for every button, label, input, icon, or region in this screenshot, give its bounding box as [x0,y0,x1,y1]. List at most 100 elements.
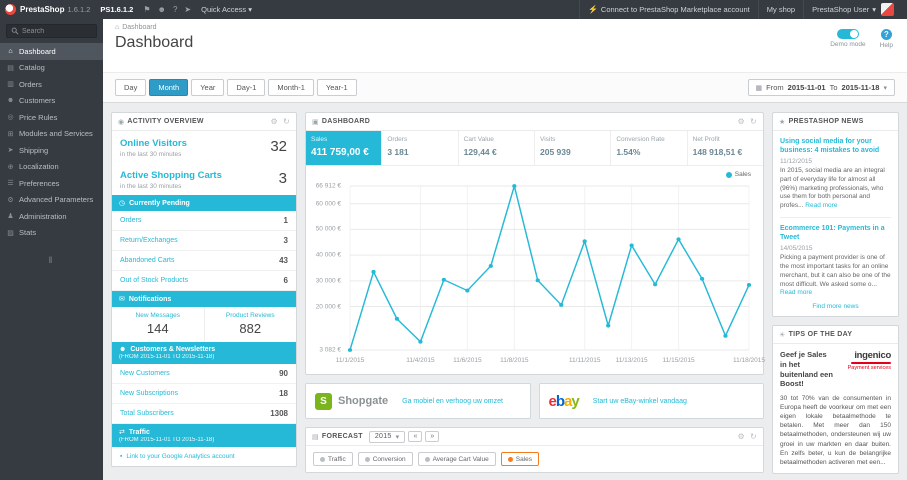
search-input[interactable] [22,27,92,35]
sidebar-item-advanced-parameters[interactable]: ⚙ Advanced Parameters [0,192,103,209]
tip-headline: Geef je Sales in het buitenland een Boos… [780,350,833,389]
news-headline[interactable]: Ecommerce 101: Payments in a Tweet [780,224,891,242]
chart-icon: ▪ [120,453,123,460]
chevron-down-icon: ▾ [883,84,887,92]
forecast-toggle-sales[interactable]: Sales [500,452,539,466]
sidebar-item-customers[interactable]: ☻ Customers [0,93,103,110]
abandoned-carts-link[interactable]: Abandoned Carts [120,257,174,264]
forecast-year-select[interactable]: 2015 ▾ [368,430,406,443]
date-range-picker[interactable]: ▦ From 2015-11-01 To 2015-11-18 ▾ [747,79,895,96]
boost-icon[interactable]: ➤ [184,5,191,14]
refresh-icon[interactable]: ↻ [283,117,290,126]
notifications-banner: ✉ Notifications [112,291,296,307]
home-icon: ⌂ [115,24,120,31]
refresh-icon[interactable]: ↻ [750,117,757,126]
sidebar-item-stats[interactable]: ▨ Stats [0,225,103,242]
total-subscribers-link[interactable]: Total Subscribers [120,410,174,417]
pending-row-out-of-stock: Out of Stock Products 6 [112,271,296,291]
sidebar-item-label: Advanced Parameters [19,195,94,205]
sales-chart[interactable]: Sales 66 912 €60 000 €50 000 €40 000 €30… [306,166,765,374]
customers-icon: ☻ [6,97,15,105]
new-messages-stat[interactable]: New Messages 144 [112,307,204,342]
forecast-toggle-traffic[interactable]: Traffic [313,452,353,466]
sidebar-item-label: Shipping [19,145,49,155]
product-reviews-stat[interactable]: Product Reviews 882 [203,307,297,342]
gear-icon[interactable]: ⚙ [738,432,745,441]
people-icon: ☻ [119,346,127,353]
marketplace-link[interactable]: ⚡ Connect to PrestaShop Marketplace acco… [578,0,758,19]
sidebar-item-label: Customers [19,96,56,106]
sidebar-item-dashboard[interactable]: ⌂ Dashboard [0,43,103,60]
prestashop-news-panel: ★ PRESTASHOP NEWS Using social media for… [772,112,899,318]
chart-legend[interactable]: Sales [725,171,751,178]
sidebar-item-catalog[interactable]: ▤ Catalog [0,60,103,77]
storefront-icon[interactable]: ⚑ [143,5,150,14]
calendar-icon: ▦ [755,84,763,92]
forecast-next-button[interactable]: » [425,431,440,442]
range-button-year-1[interactable]: Year-1 [316,79,357,96]
new-subscriptions-link[interactable]: New Subscriptions [120,390,178,397]
range-button-month[interactable]: Month [149,79,189,96]
forecast-toggle-conversion[interactable]: Conversion [357,452,413,466]
breadcrumb[interactable]: ⌂ Dashboard [115,24,895,31]
sidebar-item-modules[interactable]: ⊞ Modules and Services [0,126,103,143]
demo-mode-toggle[interactable] [836,29,859,39]
administration-icon: ♟ [7,213,14,221]
range-button-year[interactable]: Year [191,79,225,96]
out-of-stock-link[interactable]: Out of Stock Products [120,277,188,284]
sidebar-collapse-toggle[interactable]: ‖ [0,255,103,265]
help-topbar-icon[interactable]: ? [173,5,177,14]
orders-link[interactable]: Orders [120,217,141,224]
dashboard-icon: ▣ [312,118,319,126]
forecast-prev-button[interactable]: « [408,431,423,442]
news-headline[interactable]: Using social media for your business: 4 … [780,137,891,155]
google-analytics-link[interactable]: ▪ Link to your Google Analytics account [112,447,296,466]
shopgate-promo-link[interactable]: Ga mobiel en verhoog uw omzet [402,398,503,405]
date-to: 2015-11-18 [841,83,880,92]
sidebar-item-label: Dashboard [19,46,56,56]
chart-plot[interactable] [347,184,752,352]
kpi-orders[interactable]: Orders 3 181 [382,131,459,165]
online-visitors-value: 32 [270,138,287,155]
quick-access-menu[interactable]: Quick Access ▾ [201,5,252,14]
find-more-news-link[interactable]: Find more news [780,303,891,310]
kpi-cart-value[interactable]: Cart Value 129,44 € [459,131,535,165]
refresh-icon[interactable]: ↻ [750,432,757,441]
range-button-day-1[interactable]: Day-1 [227,79,266,96]
shop-name-link[interactable]: PS1.6.1.2 [100,5,133,14]
returns-link[interactable]: Return/Exchanges [120,237,178,244]
sidebar-item-localization[interactable]: ⊕ Localization [0,159,103,176]
help-icon[interactable]: ? [880,29,892,40]
catalog-icon: ▤ [7,64,14,72]
ingenico-logo: ingenico Payment services [847,350,892,372]
series-dot [320,456,325,462]
range-button-day[interactable]: Day [115,79,147,96]
kpi-net-profit[interactable]: Net Profit 148 918,51 € [688,131,763,165]
employee-icon[interactable]: ☻ [158,5,166,14]
read-more-link[interactable]: Read more [805,202,837,209]
active-carts-link[interactable]: Active Shopping Carts [120,170,288,181]
sidebar-item-shipping[interactable]: ➤ Shipping [0,142,103,159]
read-more-link[interactable]: Read more [780,289,812,296]
kpi-visits[interactable]: Visits 205 939 [535,131,612,165]
user-menu[interactable]: PrestaShop User ▾ [803,0,907,19]
new-customers-link[interactable]: New Customers [120,370,170,377]
sidebar-search[interactable] [6,24,97,38]
sidebar-item-price-rules[interactable]: ◎ Price Rules [0,109,103,126]
forecast-toggle-average-cart-value[interactable]: Average Cart Value [417,452,496,466]
range-button-month-1[interactable]: Month-1 [268,79,314,96]
my-shop-link[interactable]: My shop [757,0,803,19]
sidebar-item-administration[interactable]: ♟ Administration [0,208,103,225]
sidebar-item-orders[interactable]: ▥ Orders [0,76,103,93]
sidebar-item-label: Localization [19,162,59,172]
customers-newsletters-banner: ☻ Customers & Newsletters (FROM 2015-11-… [112,342,296,364]
online-visitors-link[interactable]: Online Visitors [120,138,288,149]
ebay-promo: ebay Start uw eBay-winkel vandaag [538,383,764,419]
ebay-promo-link[interactable]: Start uw eBay-winkel vandaag [593,398,687,405]
kpi-conversion-rate[interactable]: Conversion Rate 1.54% [611,131,688,165]
sidebar-item-preferences[interactable]: ☰ Preferences [0,175,103,192]
gear-icon[interactable]: ⚙ [738,117,745,126]
gear-icon[interactable]: ⚙ [271,117,278,126]
kpi-sales[interactable]: Sales 411 759,00 € [306,131,383,165]
news-icon: ★ [779,118,786,126]
